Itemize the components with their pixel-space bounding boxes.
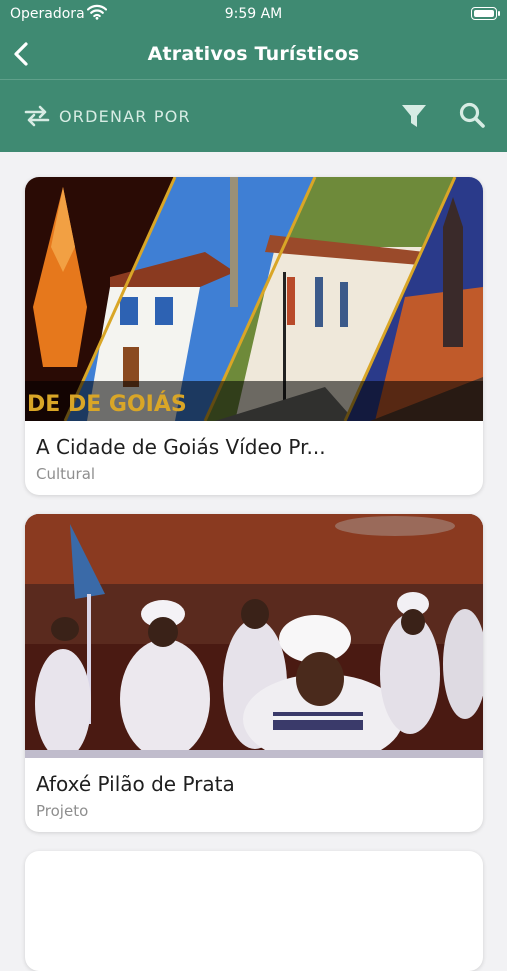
attraction-card[interactable]: DE DE GOIÁS A Cidade de Goiás Vídeo Pr..… [25, 177, 483, 495]
card-title: Afoxé Pilão de Prata [36, 772, 235, 796]
sort-label: ORDENAR POR [59, 106, 191, 126]
navigation-bar: Atrativos Turísticos [0, 30, 507, 79]
card-title: A Cidade de Goiás Vídeo Pr... [36, 435, 326, 459]
toolbar: ORDENAR POR [0, 80, 507, 152]
swap-arrows-icon [24, 105, 50, 127]
search-icon[interactable] [458, 101, 486, 129]
attraction-card[interactable] [25, 851, 483, 971]
card-category: Cultural [36, 465, 96, 483]
page-title: Atrativos Turísticos [147, 43, 360, 65]
attraction-card[interactable]: Afoxé Pilão de Prata Projeto [25, 514, 483, 832]
battery-icon [471, 7, 500, 20]
clock: 9:59 AM [224, 6, 283, 22]
sort-button[interactable]: ORDENAR POR [24, 102, 191, 130]
status-bar: Operadora 9:59 AM [0, 0, 507, 30]
filter-icon[interactable] [400, 102, 428, 130]
image-banner-text: DE DE GOIÁS [27, 391, 187, 417]
attraction-image: DE DE GOIÁS [25, 177, 483, 421]
attraction-image [25, 514, 483, 758]
card-category: Projeto [36, 802, 89, 820]
